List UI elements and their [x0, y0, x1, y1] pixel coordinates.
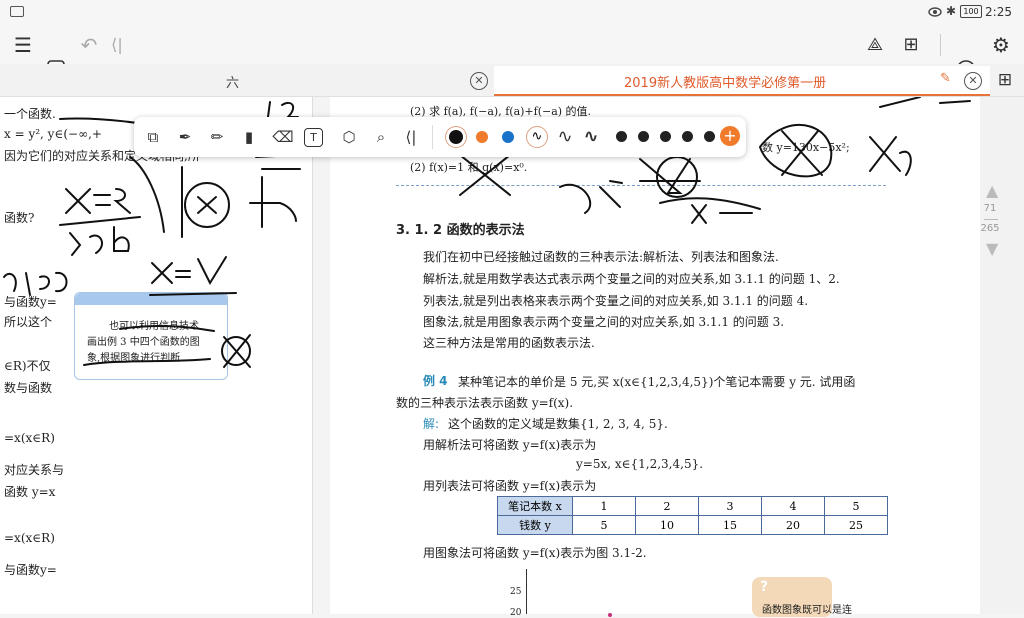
undo-icon[interactable]: ↶ [76, 32, 102, 58]
tab-bar: 六 ✕ 2019新人教版高中数学必修第一册 ✎ ✕ ⊞ [0, 64, 1024, 97]
preset-dot[interactable] [660, 131, 671, 142]
page-down-icon[interactable]: ▼ [986, 239, 998, 258]
ink-stroke [197, 196, 217, 214]
stroke-medium-icon[interactable]: ∿ [554, 126, 576, 148]
edit-icon[interactable]: ✎ [940, 71, 951, 86]
shapes-icon[interactable]: ⟁ [862, 32, 888, 58]
highlighter-icon[interactable]: ▮ [238, 126, 260, 148]
close-icon[interactable]: ✕ [470, 72, 488, 90]
ink-stroke [83, 358, 211, 366]
color-swatch-blue[interactable] [502, 131, 514, 143]
search-icon[interactable]: ⌕ [370, 126, 392, 148]
ink-stroke [3, 271, 68, 296]
ink-stroke [255, 154, 301, 170]
preset-dot[interactable] [616, 131, 627, 142]
color-swatch-orange[interactable] [476, 131, 488, 143]
lasso-icon[interactable]: ⧉ [142, 126, 164, 148]
annotation-toolbar: ⧉ ✒ ✏ ▮ ⌫ T ⬡ ⌕ ⟨| ∿ ∿ ∿ + [134, 117, 746, 157]
ink-stroke [781, 130, 823, 176]
ink-stroke [659, 197, 761, 224]
toolbar-divider [432, 125, 433, 149]
ink-stroke [759, 124, 833, 178]
tab-label: 六 [226, 76, 240, 91]
preset-dot[interactable] [704, 131, 715, 142]
ink-stroke [59, 216, 141, 226]
add-page-icon[interactable]: ⊞ [898, 32, 924, 58]
page-scroller[interactable]: ▲ 71 265 ▼ [980, 97, 1024, 614]
stroke-thick-icon[interactable]: ∿ [580, 126, 602, 148]
ink-stroke [149, 292, 237, 296]
ink-stroke [559, 180, 623, 214]
ink-stroke [459, 154, 511, 196]
preset-dot[interactable] [682, 131, 693, 142]
pen-icon[interactable]: ✒ [174, 126, 196, 148]
ink-stroke [65, 188, 131, 214]
current-page: 71 [983, 203, 997, 214]
pencil-icon[interactable]: ✏ [206, 126, 228, 148]
status-bar: ✱ 100 2:25 [0, 0, 1024, 26]
ink-stroke [129, 156, 165, 233]
gear-icon[interactable]: ⚙ [988, 32, 1014, 58]
page-divider [984, 219, 998, 220]
total-pages: 265 [980, 223, 1000, 234]
page-up-icon[interactable]: ▲ [986, 181, 998, 200]
collapse-icon[interactable]: ⟨| [104, 32, 130, 58]
shape-icon[interactable]: ⬡ [338, 126, 360, 148]
tab-label: 2019新人教版高中数学必修第一册 [624, 76, 827, 91]
color-swatch-black[interactable] [449, 130, 463, 144]
ink-stroke [249, 176, 297, 228]
ink-stroke [267, 101, 299, 118]
tab-right[interactable]: 2019新人教版高中数学必修第一册 ✎ ✕ [494, 66, 990, 96]
close-icon[interactable]: ✕ [964, 72, 982, 90]
eraser-icon[interactable]: ⌫ [272, 126, 294, 148]
undo-icon[interactable]: ⟨| [400, 126, 422, 148]
preset-dot[interactable] [638, 131, 649, 142]
menu-icon[interactable]: ☰ [10, 32, 36, 58]
bluetooth-icon: ✱ [946, 4, 957, 18]
eye-icon [928, 7, 942, 17]
ink-stroke [639, 158, 691, 194]
top-toolbar: ☰ ↶ ⟨| ⟁ ⊞ ⚙ [0, 26, 1024, 80]
ink-stroke [119, 324, 215, 332]
clock: 2:25 [985, 5, 1012, 19]
ink-stroke [869, 136, 912, 176]
ink-stroke [69, 226, 130, 256]
text-icon[interactable]: T [304, 128, 323, 147]
tab-left[interactable]: 六 ✕ [0, 64, 490, 96]
add-preset-icon[interactable]: + [720, 126, 740, 146]
battery-icon: 100 [960, 5, 982, 18]
grid-view-icon[interactable]: ⊞ [992, 67, 1018, 93]
ink-annotations [3, 97, 971, 368]
ink-stroke [879, 97, 971, 108]
toolbar-divider [940, 34, 941, 56]
ink-stroke [151, 256, 227, 286]
stroke-thin-icon[interactable]: ∿ [526, 126, 548, 148]
camera-icon [10, 6, 24, 17]
